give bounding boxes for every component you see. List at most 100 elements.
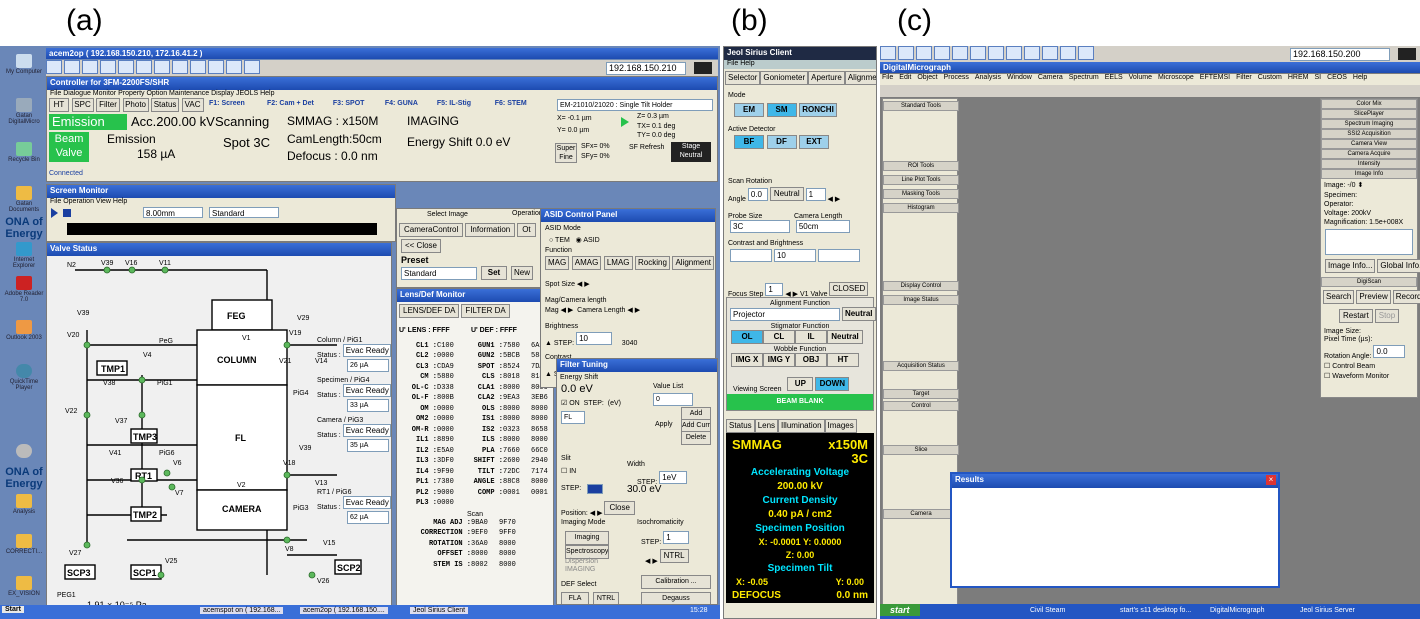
tab-status[interactable]: Status xyxy=(726,419,755,433)
rotation-step-select[interactable]: 1 xyxy=(805,188,826,201)
dm-menu-item[interactable]: Process xyxy=(944,74,969,81)
desktop-icon-ie[interactable]: Internet Explorer xyxy=(4,242,44,269)
desktop-icon-quicktime[interactable]: QuickTime Player xyxy=(4,364,44,391)
dm-menu-item[interactable]: EELS xyxy=(1105,74,1123,81)
stop-button[interactable]: Stop xyxy=(1374,309,1400,323)
radio-tem[interactable]: TEM xyxy=(555,237,570,244)
dm-palette-header[interactable]: Intensity xyxy=(1321,159,1417,169)
apply-button[interactable]: Apply xyxy=(655,421,673,428)
holder-select[interactable]: EM-21010/21020 : Single Tilt Holder xyxy=(557,99,713,111)
new-button[interactable]: New xyxy=(511,266,533,280)
tool-icon[interactable] xyxy=(154,60,170,74)
dm-menu-item[interactable]: Help xyxy=(1353,74,1367,81)
record-button[interactable]: Record xyxy=(1392,290,1420,304)
mag-button[interactable]: MAG xyxy=(545,256,570,270)
dm-palette-header[interactable]: Camera View xyxy=(1321,139,1417,149)
spinner-icon[interactable]: ⬍ xyxy=(1357,182,1363,189)
tool-icon[interactable] xyxy=(952,46,968,60)
taskbar-item-acemspot[interactable]: acemspot on ( 192.168... xyxy=(200,607,284,614)
neutral-align-button[interactable]: Neutral xyxy=(841,307,876,321)
dm-menu-item[interactable]: Object xyxy=(917,74,937,81)
iso-step-select[interactable]: 1 xyxy=(663,531,690,544)
em-button[interactable]: EM xyxy=(734,103,764,117)
global-info-button[interactable]: Global Info... xyxy=(1377,259,1420,273)
taskbar-c-item-0[interactable]: Civil Steam xyxy=(1030,607,1065,614)
desktop-icon-gatan[interactable]: Gatan DigitalMicro xyxy=(4,98,44,125)
desktop-icon-adobe[interactable]: Adobe Reader 7.0 xyxy=(4,276,44,303)
f2-key[interactable]: F2: Cam + Det xyxy=(267,100,331,107)
dm-palette-header[interactable]: Color Mix xyxy=(1321,99,1417,109)
image-info-button[interactable]: Image Info... xyxy=(1325,259,1376,273)
tool-icon[interactable] xyxy=(898,46,914,60)
taskbar-c-item-3[interactable]: Jeol Sirius Server xyxy=(1300,607,1355,614)
play-icon[interactable] xyxy=(51,208,58,218)
spc-button[interactable]: SPC xyxy=(71,98,94,112)
camera-length-select[interactable]: 50cm xyxy=(795,220,850,233)
ntrl-button[interactable]: NTRL xyxy=(659,549,689,563)
tool-icon[interactable] xyxy=(46,60,62,74)
dm-palette-header[interactable]: SlicePlayer xyxy=(1321,109,1417,119)
calibration-button[interactable]: Calibration ... xyxy=(641,575,711,589)
filter-close-button[interactable]: Close xyxy=(604,501,635,515)
dm-menu-item[interactable]: Volume xyxy=(1129,74,1152,81)
dm-palette-header[interactable]: Target xyxy=(883,389,959,399)
tool-icon[interactable] xyxy=(208,60,224,74)
tool-icon[interactable] xyxy=(226,60,242,74)
closed-button[interactable]: CLOSED xyxy=(829,282,869,296)
value-list-select[interactable]: 0 xyxy=(653,393,693,406)
ntrl-def-button[interactable]: NTRL xyxy=(593,592,619,604)
dm-palette-header[interactable]: Control xyxy=(883,401,959,411)
tab-lens[interactable]: Lens xyxy=(754,419,779,433)
stage-neutral-button[interactable]: Stage Neutral xyxy=(671,142,711,162)
ht-button[interactable]: HT xyxy=(49,98,69,112)
tab-illumination[interactable]: Illumination xyxy=(778,419,825,433)
dm-palette-header[interactable]: Histogram xyxy=(883,203,959,213)
tab-goniometer[interactable]: Goniometer xyxy=(760,71,809,85)
screen-monitor-menu[interactable]: File Operation View Help xyxy=(47,198,395,207)
tab-information[interactable]: Information xyxy=(465,223,516,237)
preset-select[interactable]: Standard xyxy=(401,267,477,280)
dm-menu-item[interactable]: Microscope xyxy=(1158,74,1194,81)
dm-palette-header[interactable]: Camera xyxy=(883,509,959,519)
tab-selector[interactable]: Selector xyxy=(725,71,761,85)
spectroscopy-button[interactable]: Spectroscopy xyxy=(565,545,609,559)
dm-menu-item[interactable]: Edit xyxy=(899,74,911,81)
brightness-step[interactable]: 10 xyxy=(576,332,613,345)
ht-wobble-button[interactable]: HT xyxy=(827,353,859,367)
tool-icon[interactable] xyxy=(1042,46,1058,60)
df-button[interactable]: DF xyxy=(766,135,797,149)
photo-button[interactable]: Photo xyxy=(122,98,149,112)
dm-palette-header[interactable]: Masking Tools xyxy=(883,189,959,199)
dm-menu-item[interactable]: File xyxy=(882,74,893,81)
bf-button[interactable]: BF xyxy=(734,135,764,149)
radio-asid[interactable]: ASID xyxy=(583,237,599,244)
tool-icon[interactable] xyxy=(100,60,116,74)
taskbar-item-sirius[interactable]: Jeol Sirius Client xyxy=(410,607,469,614)
mode-select[interactable]: Standard xyxy=(209,207,279,218)
dm-menu-item[interactable]: Camera xyxy=(1038,74,1063,81)
dm-menu-item[interactable]: Spectrum xyxy=(1069,74,1099,81)
img-y-button[interactable]: IMG Y xyxy=(763,353,795,367)
dm-palette-header[interactable]: Image Status xyxy=(883,295,959,305)
tool-icon[interactable] xyxy=(988,46,1004,60)
close-icon[interactable]: × xyxy=(1266,475,1276,485)
f1-key[interactable]: F1: Screen xyxy=(209,100,265,107)
desktop-icon-outlook[interactable]: Outlook 2003 xyxy=(4,320,44,341)
fla-button[interactable]: FLA xyxy=(561,592,589,604)
stop-icon[interactable] xyxy=(694,62,712,74)
degauss-button[interactable]: Degauss xyxy=(641,592,711,604)
neutral-button[interactable]: Neutral xyxy=(769,187,804,201)
dm-palette-header[interactable]: ROI Tools xyxy=(883,161,959,171)
dm-palette-header[interactable]: SSI2 Acquisition xyxy=(1321,129,1417,139)
tab-other[interactable]: Ot xyxy=(517,223,536,237)
search-button[interactable]: Search xyxy=(1323,290,1355,304)
obj-button[interactable]: OBJ xyxy=(795,353,827,367)
rotation-angle-field[interactable]: 0.0 xyxy=(1373,345,1406,358)
desktop-icon-clock[interactable] xyxy=(4,444,44,459)
tab-images[interactable]: Images xyxy=(824,419,857,433)
desktop-icon-gatan-docs[interactable]: Gatan Documents xyxy=(4,186,44,213)
img-x-button[interactable]: IMG X xyxy=(731,353,763,367)
screen-up-button[interactable]: UP xyxy=(787,377,814,391)
f3-key[interactable]: F3: SPOT xyxy=(333,100,383,107)
tool-icon[interactable] xyxy=(190,60,206,74)
